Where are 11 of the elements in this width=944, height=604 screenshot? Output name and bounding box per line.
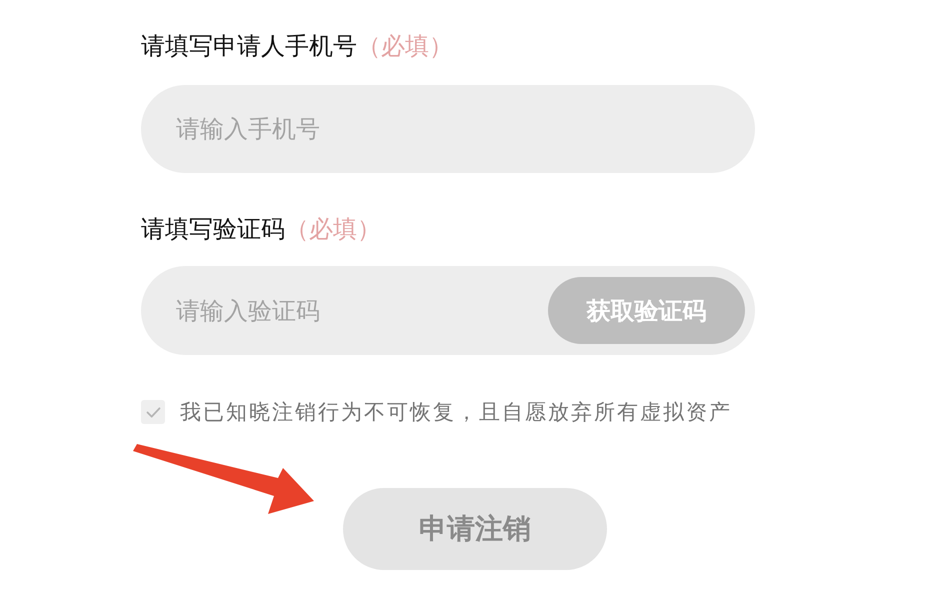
agreement-checkbox[interactable] [141,400,165,424]
phone-input-field[interactable]: 请输入手机号 [141,85,755,173]
required-note: （必填） [285,214,381,245]
agreement-text: 我已知晓注销行为不可恢复，且自愿放弃所有虚拟资产 [180,400,732,424]
code-input-field[interactable]: 请输入验证码 获取验证码 [141,266,755,355]
field-label: 请填写验证码 [141,214,285,245]
check-icon [146,406,160,418]
get-code-button[interactable]: 获取验证码 [548,277,745,344]
submit-button[interactable]: 申请注销 [343,488,607,570]
required-note: （必填） [357,31,453,62]
field-label: 请填写申请人手机号 [141,31,357,62]
